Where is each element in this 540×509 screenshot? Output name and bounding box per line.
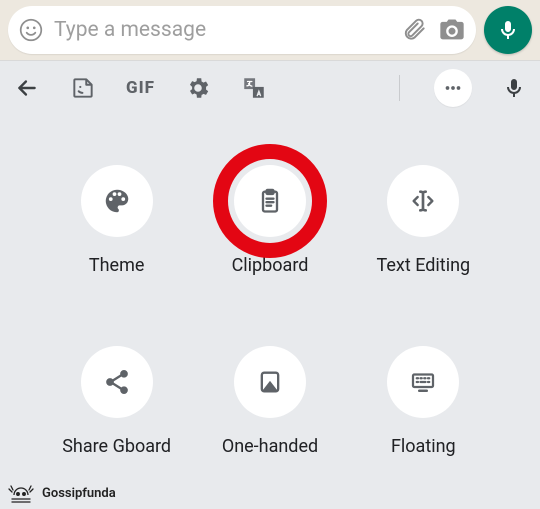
emoji-icon[interactable]: [18, 17, 44, 43]
one-handed-icon: [256, 368, 284, 396]
gif-button[interactable]: GIF: [126, 78, 155, 98]
palette-icon: [102, 186, 132, 216]
floating-keyboard-icon: [408, 367, 438, 397]
message-placeholder: Type a message: [54, 18, 392, 42]
tile-label: One-handed: [222, 436, 318, 457]
keyboard-top-toolbar: GIF: [0, 61, 540, 115]
settings-grid: Theme Clipboard: [0, 115, 540, 457]
tile-label: Theme: [89, 255, 145, 276]
message-input[interactable]: Type a message: [8, 6, 476, 54]
tile-label: Text Editing: [377, 255, 471, 276]
more-horizontal-icon: [442, 77, 464, 99]
text-cursor-icon: [407, 185, 439, 217]
translate-icon[interactable]: [241, 75, 267, 101]
voice-message-button[interactable]: [484, 6, 532, 54]
tile-clipboard[interactable]: Clipboard: [232, 165, 309, 276]
tile-floating[interactable]: Floating: [387, 346, 459, 457]
settings-icon[interactable]: [185, 75, 211, 101]
voice-typing-icon[interactable]: [502, 76, 526, 100]
toolbar-separator: [399, 75, 400, 101]
watermark-text: Gossipfunda: [42, 486, 116, 501]
mic-icon: [496, 18, 520, 42]
chat-input-bar: Type a message: [0, 0, 540, 60]
back-icon[interactable]: [14, 75, 40, 101]
tile-label: Clipboard: [232, 255, 309, 276]
tile-text-editing[interactable]: Text Editing: [377, 165, 471, 276]
clipboard-icon: [256, 187, 284, 215]
share-icon: [103, 368, 131, 396]
attach-icon[interactable]: [402, 17, 428, 43]
more-button[interactable]: [434, 69, 472, 107]
tile-theme[interactable]: Theme: [81, 165, 153, 276]
camera-icon[interactable]: [438, 16, 466, 44]
tile-label: Floating: [391, 436, 456, 457]
watermark: Gossipfunda: [6, 481, 116, 505]
tile-share-gboard[interactable]: Share Gboard: [62, 346, 171, 457]
tile-one-handed[interactable]: One-handed: [222, 346, 318, 457]
sticker-icon[interactable]: [70, 75, 96, 101]
keyboard-panel: GIF: [0, 60, 540, 509]
tile-label: Share Gboard: [62, 436, 171, 457]
